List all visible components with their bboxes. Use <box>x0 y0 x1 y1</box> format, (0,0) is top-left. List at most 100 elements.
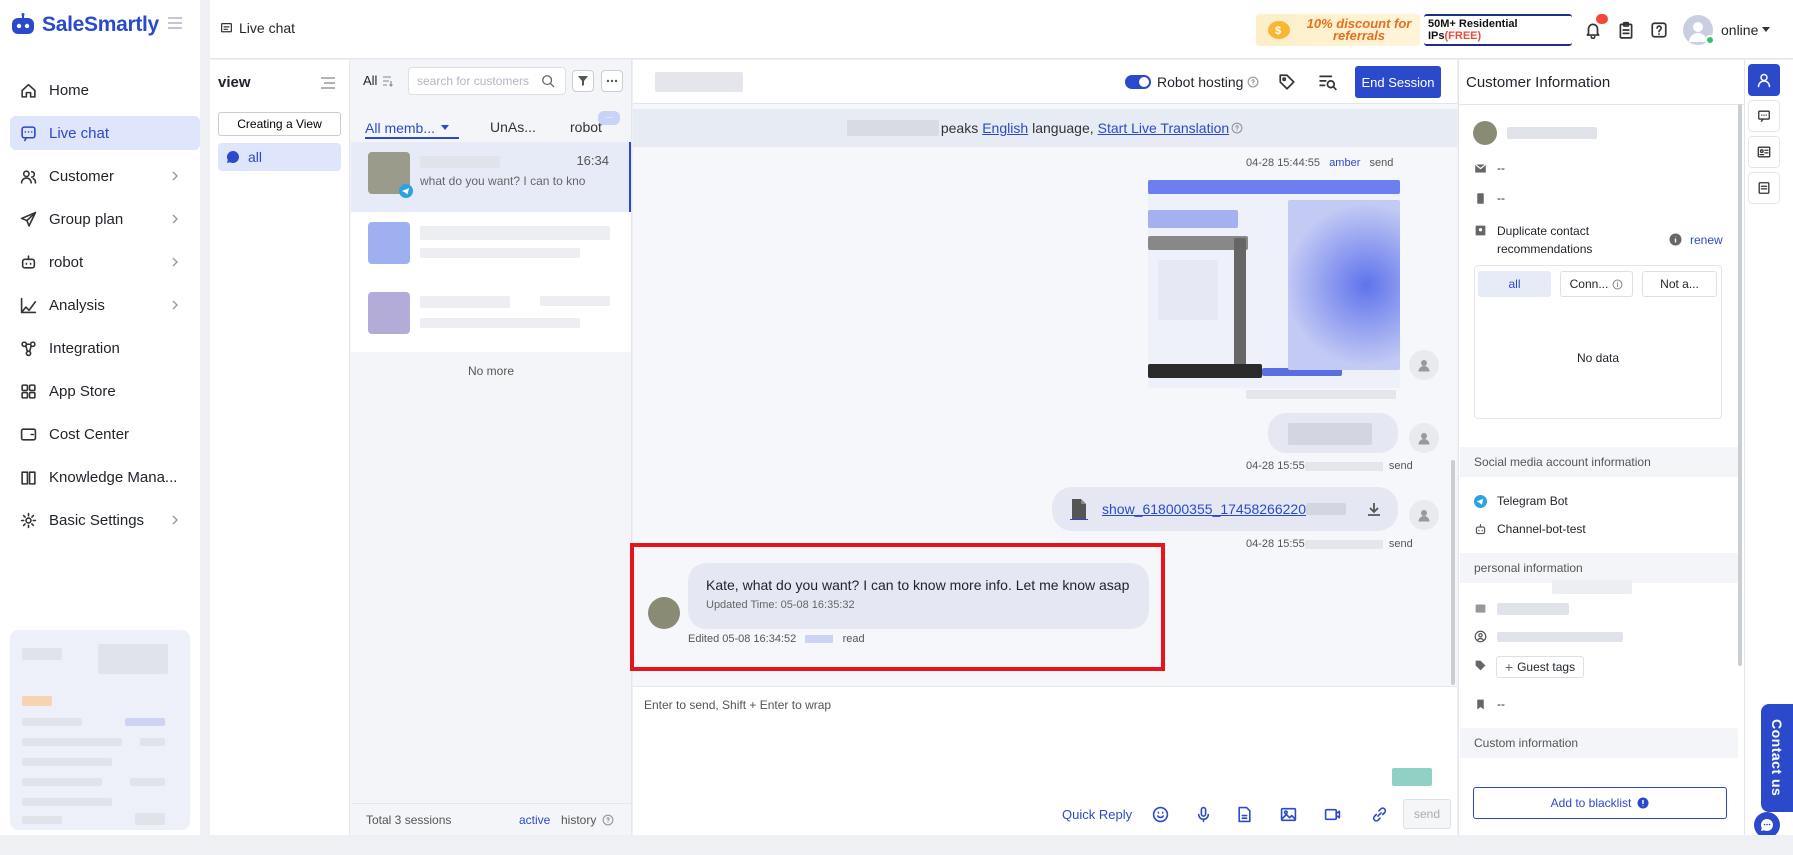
image-message[interactable] <box>1148 180 1400 388</box>
clipboard-icon[interactable] <box>1617 21 1635 39</box>
help-icon[interactable] <box>1650 21 1668 39</box>
divider <box>1458 104 1744 105</box>
sidebar-item-customer[interactable]: Customer <box>10 159 200 193</box>
proxy-banner[interactable]: 50M+ Residential IPs(FREE) <box>1424 14 1572 46</box>
language-link[interactable]: English <box>982 120 1028 136</box>
session-item[interactable] <box>351 282 631 352</box>
rail-chat-button[interactable] <box>1748 100 1780 132</box>
info-scrollbar[interactable] <box>1738 104 1742 666</box>
contact-card-icon <box>1475 225 1486 236</box>
page-title: Live chat <box>220 20 295 36</box>
session-preview: what do you want? I can to kno <box>420 174 586 188</box>
microphone-icon[interactable] <box>1195 806 1212 823</box>
more-tabs-button[interactable]: ... <box>598 111 620 125</box>
session-item[interactable] <box>351 212 631 282</box>
guest-tags-button[interactable]: + Guest tags <box>1496 656 1584 678</box>
robot-hosting-toggle[interactable] <box>1125 75 1151 89</box>
file-icon <box>1070 499 1088 520</box>
emoji-icon[interactable] <box>1152 806 1169 823</box>
referral-banner[interactable]: $ 10% discount for referrals <box>1256 14 1420 46</box>
history-sessions-link[interactable]: history <box>561 813 614 827</box>
sidebar-item-robot[interactable]: robot <box>10 245 200 279</box>
active-sessions-link[interactable]: active <box>519 813 550 827</box>
rail-notes-button[interactable] <box>1748 172 1780 204</box>
sidebar-item-label: Live chat <box>49 124 110 142</box>
custom-section-header: Custom information <box>1460 728 1738 758</box>
create-view-button[interactable]: Creating a View <box>218 112 341 136</box>
info-circle-icon <box>602 814 614 826</box>
personal-blur <box>1552 580 1632 594</box>
search-icon[interactable] <box>541 74 555 88</box>
customer-avatar <box>1473 121 1497 145</box>
chevron-right-icon <box>172 257 178 267</box>
add-to-blacklist-button[interactable]: Add to blacklist <box>1473 787 1727 819</box>
sidebar-item-app-store[interactable]: App Store <box>10 374 200 408</box>
session-item[interactable]: 16:34 what do you want? I can to kno <box>351 142 631 212</box>
download-icon[interactable] <box>1366 501 1382 517</box>
renew-link[interactable]: renew <box>1690 233 1723 247</box>
chat-scrollbar[interactable] <box>1451 460 1455 685</box>
rail-customer-info-button[interactable] <box>1748 64 1780 96</box>
view-menu-icon[interactable] <box>320 76 336 90</box>
sidebar-item-label: Basic Settings <box>49 511 145 529</box>
sidebar-item-basic-settings[interactable]: Basic Settings <box>10 503 200 537</box>
personal-user-row <box>1474 630 1623 643</box>
translate-prefix: peaks <box>940 120 979 136</box>
end-session-button[interactable]: End Session <box>1355 66 1441 98</box>
session-sort-filter[interactable]: All <box>363 73 394 88</box>
filter-button[interactable] <box>572 70 594 92</box>
dup-tab-connected[interactable]: Conn... <box>1560 271 1633 297</box>
email-row: -- <box>1474 161 1505 175</box>
link-icon[interactable] <box>1371 806 1388 823</box>
tag-icon[interactable] <box>1278 73 1296 91</box>
search-history-icon[interactable] <box>1319 73 1337 91</box>
sidebar-item-analysis[interactable]: Analysis <box>10 288 200 322</box>
dup-tab-not-a[interactable]: Not a... <box>1642 271 1717 297</box>
rail-contact-card-button[interactable] <box>1748 136 1780 168</box>
sidebar-item-label: Group plan <box>49 210 124 228</box>
tab-all-members[interactable]: All memb... <box>365 119 459 139</box>
image-upload-icon[interactable] <box>1280 806 1297 823</box>
user-icon <box>1418 433 1430 445</box>
menu-collapse-icon[interactable] <box>166 15 184 31</box>
customer-avatar <box>368 222 410 264</box>
tab-unassigned[interactable]: UnAs... <box>490 119 536 139</box>
tab-robot[interactable]: robot <box>570 119 602 139</box>
sidebar-item-live-chat[interactable]: Live chat <box>10 116 200 150</box>
sidebar-item-integration[interactable]: Integration <box>10 331 200 365</box>
sidebar-item-label: Knowledge Mana... <box>49 468 178 486</box>
note-icon <box>1758 182 1770 194</box>
contact-us-button[interactable]: Contact us <box>1761 704 1793 812</box>
send-button[interactable]: send <box>1403 799 1451 829</box>
status-dropdown[interactable]: online <box>1721 22 1771 38</box>
tab-label: All memb... <box>365 120 436 136</box>
sidebar-item-home[interactable]: Home <box>10 73 200 107</box>
user-circle-icon <box>1474 630 1487 643</box>
online-status-dot <box>1705 35 1715 45</box>
video-icon[interactable] <box>1324 806 1341 823</box>
agent-avatar <box>1409 500 1439 530</box>
quick-reply-button[interactable]: Quick Reply <box>1062 807 1132 822</box>
robot-hosting-label: Robot hosting <box>1157 74 1259 90</box>
file-name-link[interactable]: show_618000355_17458266220 <box>1102 501 1306 517</box>
more-options-button[interactable] <box>601 70 623 92</box>
sort-icon <box>383 75 394 87</box>
chart-icon <box>20 297 37 313</box>
chat-bubble-icon <box>1760 819 1773 831</box>
gear-icon <box>20 512 37 528</box>
text-message[interactable] <box>1268 413 1398 453</box>
sidebar-item-label: Integration <box>49 339 120 357</box>
message-input[interactable] <box>640 694 1440 774</box>
sidebar-item-cost-center[interactable]: Cost Center <box>10 417 200 451</box>
sidebar-item-group-plan[interactable]: Group plan <box>10 202 200 236</box>
file-upload-icon[interactable] <box>1236 806 1253 823</box>
chat-square-icon <box>221 22 232 32</box>
referral-text: 10% discount for referrals <box>1306 16 1412 43</box>
start-translation-link[interactable]: Start Live Translation <box>1098 120 1230 136</box>
social-platform-row: Telegram Bot <box>1474 494 1568 508</box>
bookmark-icon <box>1477 699 1484 709</box>
file-message[interactable]: show_618000355_17458266220 <box>1052 487 1398 531</box>
dup-tab-all[interactable]: all <box>1478 271 1551 297</box>
sidebar-item-knowledge-mana[interactable]: Knowledge Mana... <box>10 460 200 494</box>
view-item-all[interactable]: all <box>218 143 341 171</box>
